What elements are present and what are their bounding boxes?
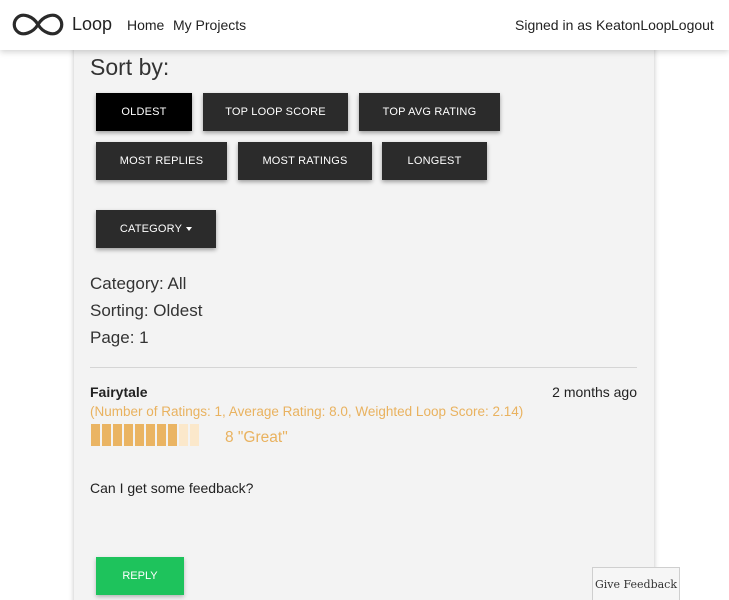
content-card: Sort by: Oldest Top Loop Score Top Avg R… — [74, 40, 654, 600]
sort-heading: Sort by: — [90, 54, 170, 80]
divider — [90, 367, 637, 368]
sort-longest-button[interactable]: Longest — [382, 142, 487, 180]
post-timestamp: 2 months ago — [552, 384, 637, 400]
post-stats: (Number of Ratings: 1, Average Rating: 8… — [90, 404, 524, 419]
top-navbar: Loop Home My Projects Signed in as Keato… — [0, 0, 729, 50]
category-dropdown-button[interactable]: Category — [96, 210, 216, 248]
rating-label: 8 "Great" — [225, 429, 288, 446]
post-body: Can I get some feedback? — [90, 480, 254, 496]
sort-most-replies-button[interactable]: Most Replies — [96, 142, 227, 180]
rating-segment-filled — [168, 424, 177, 446]
rating-segment-filled — [157, 424, 166, 446]
rating-segment-filled — [124, 424, 133, 446]
rating-segment-filled — [91, 424, 100, 446]
sort-oldest-button[interactable]: Oldest — [96, 93, 192, 131]
rating-segment-filled — [135, 424, 144, 446]
page-status: Page: 1 — [90, 328, 149, 347]
category-status: Category: All — [90, 274, 187, 293]
sort-top-loop-score-button[interactable]: Top Loop Score — [203, 93, 348, 131]
sort-most-ratings-button[interactable]: Most Ratings — [238, 142, 372, 180]
signed-in-user-link[interactable]: Signed in as KeatonLoop — [515, 17, 671, 33]
give-feedback-button[interactable]: Give Feedback — [592, 567, 680, 600]
rating-segment-filled — [102, 424, 111, 446]
post-title[interactable]: Fairytale — [90, 384, 148, 400]
nav-my-projects-link[interactable]: My Projects — [173, 17, 246, 33]
infinity-logo-icon[interactable] — [11, 11, 65, 38]
rating-segment-filled — [113, 424, 122, 446]
rating-segment-empty — [179, 424, 188, 446]
rating-bar — [91, 424, 199, 446]
sort-top-avg-rating-button[interactable]: Top Avg Rating — [359, 93, 500, 131]
logout-link[interactable]: Logout — [671, 17, 714, 33]
caret-down-icon — [186, 227, 193, 231]
sorting-status: Sorting: Oldest — [90, 301, 203, 320]
rating-segment-empty — [190, 424, 199, 446]
reply-button[interactable]: Reply — [96, 557, 184, 595]
brand-name[interactable]: Loop — [72, 14, 112, 35]
nav-home-link[interactable]: Home — [127, 17, 164, 33]
rating-segment-filled — [146, 424, 155, 446]
category-button-label: Category — [119, 223, 183, 235]
